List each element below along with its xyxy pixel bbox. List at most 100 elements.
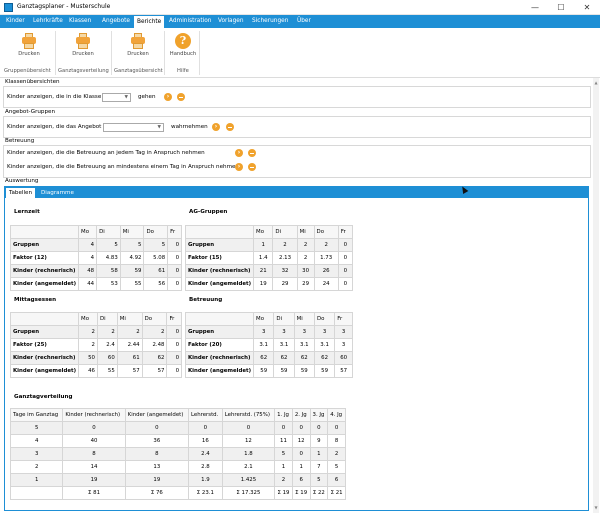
table-cell: 9 [309, 434, 329, 448]
close-button[interactable]: ✕ [574, 0, 600, 15]
column-header: Mo [78, 225, 98, 239]
sum-cell: Σ 22 [309, 486, 329, 500]
menu-sicherungen[interactable]: Sicherungen [249, 15, 291, 28]
chevron-down-icon: ▼ [124, 95, 128, 100]
section-title-angebot: Angebot-Gruppen [5, 109, 56, 115]
table-cell: 0 [337, 251, 354, 265]
row-label: Kinder (rechnerisch) [9, 264, 80, 278]
menu-administration[interactable]: Administration [166, 15, 214, 28]
table-header-row: Mo Di Mi Do Fr [9, 312, 182, 326]
table-row: 4 40 36 16 12 11 12 9 8 [9, 434, 346, 448]
section-title-betreuung: Betreuung [5, 138, 35, 144]
table-title-betreuung: Betreuung [189, 297, 223, 303]
table-cell: 3.1 [313, 338, 336, 352]
menu-berichte[interactable]: Berichte [133, 15, 166, 28]
table-cell: 46 [78, 364, 98, 378]
table-cell: 4 [9, 434, 64, 448]
clear-icon[interactable] [177, 93, 185, 101]
table-corner [184, 225, 255, 239]
table-cell: 2 [327, 447, 346, 461]
table-cell: 0 [124, 421, 189, 435]
table-cell: 60 [334, 351, 353, 365]
table-row: Gruppen 2 2 2 2 0 [9, 325, 182, 339]
tab-diagramme[interactable]: Diagramme [38, 188, 77, 198]
help-icon: ? [175, 33, 191, 49]
go-arrow-icon[interactable]: › [164, 93, 172, 101]
angebot-suffix: wahrnehmen [171, 124, 208, 130]
menu-vorlagen[interactable]: Vorlagen [215, 15, 247, 28]
row-label: Kinder (rechnerisch) [9, 351, 80, 365]
klassen-suffix: gehen [138, 94, 156, 100]
table-cell: 1 [309, 447, 329, 461]
table-cell: 1.73 [313, 251, 339, 265]
table-cell: 2 [78, 325, 98, 339]
minimize-button[interactable]: — [522, 0, 548, 15]
table-row: Faktor (25) 2 2.4 2.44 2.48 0 [9, 338, 182, 352]
clear-icon[interactable] [248, 163, 256, 171]
scroll-up-icon[interactable]: ▲ [593, 80, 599, 85]
maximize-button[interactable]: ☐ [548, 0, 574, 15]
table-cell: 55 [96, 364, 118, 378]
column-header: Di [272, 225, 298, 239]
menu-angebote[interactable]: Angebote [99, 15, 133, 28]
table-cell: 0 [337, 238, 354, 252]
table-cell: 0 [166, 338, 182, 352]
table-cell: 40 [62, 434, 126, 448]
table-cell: 3 [9, 447, 64, 461]
table-row: Gruppen 3 3 3 3 3 [184, 325, 353, 339]
clear-icon[interactable] [226, 123, 234, 131]
table-cell: 4 [78, 251, 98, 265]
row-label: Kinder (rechnerisch) [184, 264, 255, 278]
table-corner [9, 312, 80, 326]
go-arrow-icon[interactable]: › [235, 163, 243, 171]
table-cell: 19 [62, 473, 126, 487]
table-cell: 1 [9, 473, 64, 487]
table-corner [184, 312, 255, 326]
table-cell: 6 [327, 473, 346, 487]
angebot-select[interactable]: ▼ [103, 123, 164, 132]
clear-icon[interactable] [248, 149, 256, 157]
column-header: 1. Jg [274, 408, 293, 422]
menu-kinder[interactable]: Kinder [3, 15, 28, 28]
table-cell: 5 [119, 238, 145, 252]
vertical-scrollbar[interactable] [593, 78, 599, 513]
print-ganztagsverteilung-button[interactable]: Drucken [66, 31, 100, 65]
column-header: Mo [253, 312, 275, 326]
column-header: Mi [296, 225, 315, 239]
table-row: Kinder (rechnerisch) 62 62 62 62 60 [184, 351, 353, 365]
table-cell: 2.48 [141, 338, 168, 352]
row-label: Kinder (angemeldet) [184, 277, 255, 291]
table-cell: 2 [272, 238, 298, 252]
column-header: Do [313, 225, 339, 239]
go-arrow-icon[interactable]: › [235, 149, 243, 157]
table-cell: 62 [141, 351, 168, 365]
table-cell: 58 [96, 264, 121, 278]
menu-klassen[interactable]: Klassen [66, 15, 94, 28]
menu-ueber[interactable]: Über [294, 15, 314, 28]
scroll-down-icon[interactable]: ▼ [593, 505, 599, 510]
table-cell: 19 [253, 277, 274, 291]
column-header: Mo [78, 312, 98, 326]
printer-icon [130, 33, 146, 49]
table-cell: 0 [274, 421, 293, 435]
sum-cell: Σ 81 [62, 486, 126, 500]
print-gruppenuebersicht-button[interactable]: Drucken [12, 31, 46, 65]
table-cell: 61 [143, 264, 169, 278]
app-icon [4, 3, 13, 12]
table-betreuung: Mo Di Mi Do Fr Gruppen 3 3 3 3 3 Faktor … [184, 312, 353, 378]
sum-cell: Σ 23.1 [187, 486, 223, 500]
klasse-select[interactable]: ▼ [102, 93, 131, 102]
table-cell: 5 [327, 460, 346, 474]
tab-tabellen[interactable]: Tabellen [6, 188, 36, 198]
table-cell: 2 [296, 238, 315, 252]
menu-lehrkraefte[interactable]: Lehrkräfte [30, 15, 66, 28]
chevron-down-icon: ▼ [157, 125, 161, 130]
title-bar: Ganztagsplaner - Musterschule — ☐ ✕ [0, 0, 600, 15]
ribbon-button-label: Drucken [72, 51, 94, 57]
table-header-row: Mo Di Mi Do Fr [184, 312, 353, 326]
table-cell: 5 [143, 238, 169, 252]
print-ganztagsuebersicht-button[interactable]: Drucken [121, 31, 155, 65]
table-header-row: Mo Di Mi Do Fr [9, 225, 182, 239]
handbuch-button[interactable]: ? Handbuch [166, 31, 200, 65]
go-arrow-icon[interactable]: › [212, 123, 220, 131]
